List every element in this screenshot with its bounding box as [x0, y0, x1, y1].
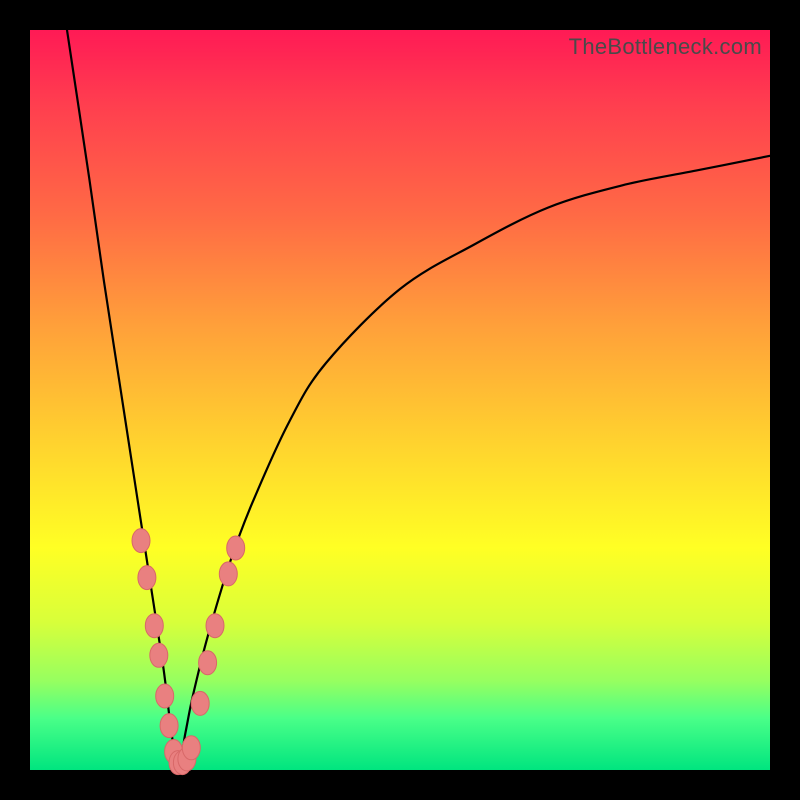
chart-frame: TheBottleneck.com: [0, 0, 800, 800]
curve-marker: [156, 684, 174, 708]
curve-marker: [206, 614, 224, 638]
bottleneck-curve: [67, 30, 770, 770]
curve-marker: [219, 562, 237, 586]
chart-svg: [30, 30, 770, 770]
plot-area: TheBottleneck.com: [30, 30, 770, 770]
curve-marker: [199, 651, 217, 675]
curve-marker: [227, 536, 245, 560]
curve-marker: [132, 529, 150, 553]
curve-marker: [182, 736, 200, 760]
curve-marker: [138, 566, 156, 590]
curve-markers: [132, 529, 245, 775]
curve-marker: [191, 691, 209, 715]
curve-marker: [160, 714, 178, 738]
curve-marker: [145, 614, 163, 638]
curve-marker: [150, 643, 168, 667]
